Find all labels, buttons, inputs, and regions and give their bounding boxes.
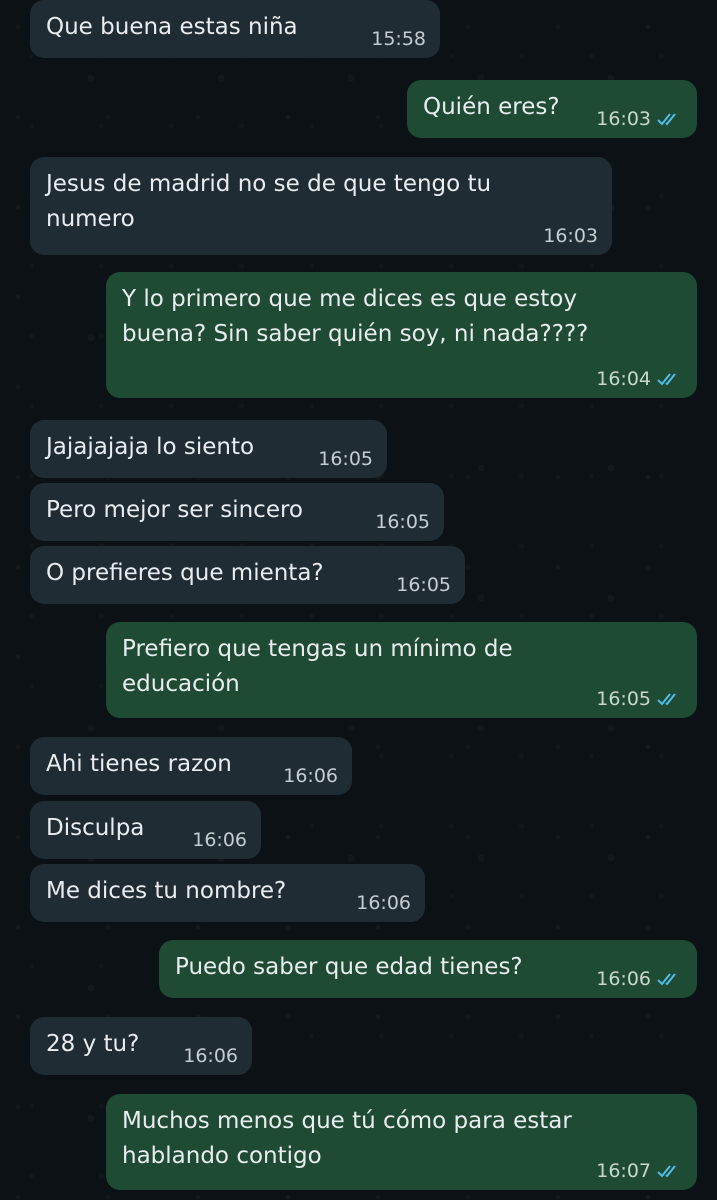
message-bubble-incoming[interactable]: Jesus de madrid no se de que tengo tu nu… — [30, 157, 612, 255]
message-meta: 16:05 — [396, 574, 451, 596]
message-time: 16:05 — [396, 574, 451, 596]
message-bubble-outgoing[interactable]: Muchos menos que tú cómo para estar habl… — [106, 1094, 697, 1190]
message-text: Que buena estas niña — [46, 14, 298, 40]
message-meta: 16:03 — [543, 225, 598, 247]
chat-message-list[interactable]: Que buena estas niña 15:58 Quién eres? 1… — [0, 0, 717, 1200]
message-text: Jesus de madrid no se de que tengo tu nu… — [46, 171, 492, 232]
read-double-check-icon — [657, 973, 676, 986]
read-double-check-icon — [657, 113, 676, 126]
message-bubble-incoming[interactable]: Que buena estas niña 15:58 — [30, 0, 440, 58]
message-meta: 16:06 — [596, 968, 683, 990]
message-meta: 16:05 — [318, 448, 373, 470]
message-bubble-outgoing[interactable]: Puedo saber que edad tienes? 16:06 — [159, 940, 697, 998]
message-time: 16:05 — [318, 448, 373, 470]
message-meta: 16:05 — [596, 688, 683, 710]
message-time: 16:06 — [192, 829, 247, 851]
message-bubble-incoming[interactable]: Me dices tu nombre? 16:06 — [30, 864, 425, 922]
message-time: 16:07 — [596, 1160, 651, 1182]
message-meta: 16:05 — [375, 511, 430, 533]
message-text: Y lo primero que me dices es que estoy b… — [122, 286, 589, 347]
message-bubble-incoming[interactable]: O prefieres que mienta? 16:05 — [30, 546, 465, 604]
message-bubble-incoming[interactable]: Disculpa 16:06 — [30, 801, 261, 859]
read-double-check-icon — [657, 373, 676, 386]
message-bubble-incoming[interactable]: 28 y tu? 16:06 — [30, 1017, 252, 1075]
message-time: 16:04 — [596, 368, 651, 390]
message-meta: 16:07 — [596, 1160, 683, 1182]
message-time: 16:03 — [596, 108, 651, 130]
message-bubble-outgoing[interactable]: Quién eres? 16:03 — [407, 80, 697, 138]
message-text: Me dices tu nombre? — [46, 878, 287, 904]
message-meta: 15:58 — [371, 28, 426, 50]
message-meta: 16:04 — [596, 368, 683, 390]
message-meta: 16:06 — [283, 765, 338, 787]
message-time: 16:06 — [356, 892, 411, 914]
message-bubble-incoming[interactable]: Ahi tienes razon 16:06 — [30, 737, 352, 795]
message-meta: 16:06 — [356, 892, 411, 914]
message-time: 16:05 — [596, 688, 651, 710]
message-text: O prefieres que mienta? — [46, 560, 324, 586]
read-double-check-icon — [657, 693, 676, 706]
message-meta: 16:06 — [192, 829, 247, 851]
message-time: 16:06 — [283, 765, 338, 787]
message-meta: 16:03 — [596, 108, 683, 130]
message-meta: 16:06 — [183, 1045, 238, 1067]
message-bubble-incoming[interactable]: Pero mejor ser sincero 16:05 — [30, 483, 444, 541]
message-bubble-outgoing[interactable]: Y lo primero que me dices es que estoy b… — [106, 272, 697, 398]
message-time: 16:05 — [375, 511, 430, 533]
message-time: 16:03 — [543, 225, 598, 247]
message-bubble-outgoing[interactable]: Prefiero que tengas un mínimo de educaci… — [106, 622, 697, 718]
message-time: 15:58 — [371, 28, 426, 50]
message-time: 16:06 — [596, 968, 651, 990]
message-time: 16:06 — [183, 1045, 238, 1067]
read-double-check-icon — [657, 1165, 676, 1178]
message-text: Pero mejor ser sincero — [46, 497, 303, 523]
message-bubble-incoming[interactable]: Jajajajaja lo siento 16:05 — [30, 420, 387, 478]
